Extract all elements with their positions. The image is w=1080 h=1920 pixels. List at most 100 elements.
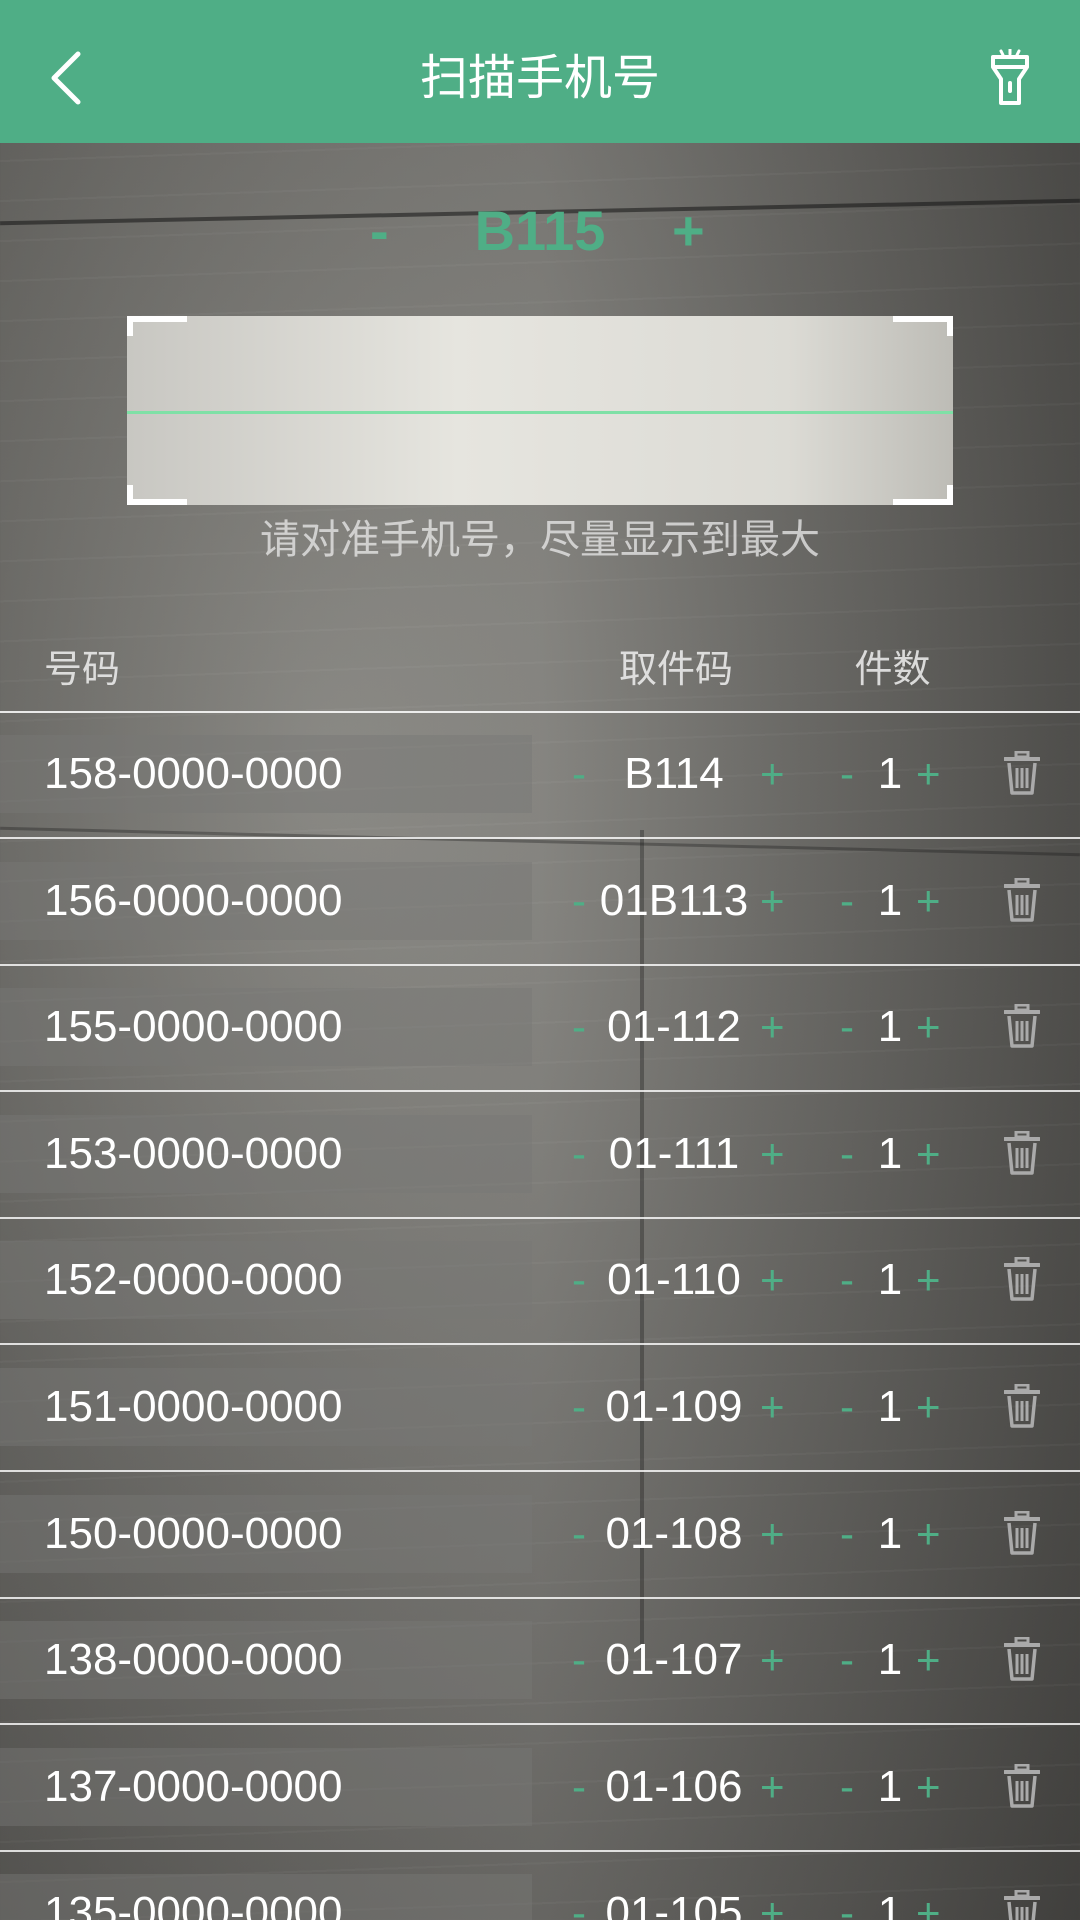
package-count: 1 — [877, 1761, 903, 1811]
table-row: 135-0000-0000-01-105 + -1 + — [0, 1852, 1080, 1920]
page-title: 扫描手机号 — [419, 52, 660, 105]
code-increment-button[interactable]: + — [760, 862, 785, 940]
count-decrement-button[interactable]: - — [840, 1874, 854, 1920]
pickup-code: 01-106 — [605, 1761, 743, 1811]
count-increment-button[interactable]: + — [916, 1495, 941, 1573]
count-decrement-button[interactable]: - — [840, 1115, 854, 1193]
code-increment-button[interactable]: + — [760, 988, 785, 1066]
code-increment-button[interactable]: + — [760, 1241, 785, 1319]
count-decrement-button[interactable]: - — [840, 988, 854, 1066]
scan-hint: 请对准手机号，尽量显示到最大 — [260, 518, 820, 562]
phone-number[interactable]: 152-0000-0000 — [44, 1241, 342, 1319]
trash-icon[interactable] — [1004, 1004, 1040, 1048]
table-row: 138-0000-0000-01-107 + -1 + — [0, 1599, 1080, 1726]
pickup-code: B114 — [624, 749, 724, 798]
count-increment-button[interactable]: + — [916, 1621, 941, 1699]
trash-icon[interactable] — [1004, 1890, 1040, 1920]
count-increment-button[interactable]: + — [916, 862, 941, 940]
trash-icon[interactable] — [1004, 1763, 1040, 1808]
phone-number[interactable]: 156-0000-0000 — [44, 862, 342, 940]
package-count: 1 — [877, 1382, 903, 1431]
table-row: 150-0000-0000-01-108 + -1 + — [0, 1473, 1080, 1599]
code-decrement-button[interactable]: - — [572, 1874, 586, 1920]
count-increment-button[interactable]: + — [916, 1368, 941, 1446]
count-increment-button[interactable]: + — [916, 1748, 941, 1826]
code-decrement-button[interactable]: - — [572, 1748, 586, 1826]
code-increment-button[interactable]: + — [760, 1115, 785, 1193]
count-increment-button[interactable]: + — [916, 1874, 941, 1920]
code-increment-button[interactable]: + — [760, 1748, 785, 1826]
code-decrement-button[interactable]: - — [572, 735, 586, 813]
code-decrement-button[interactable]: - — [572, 1368, 586, 1446]
package-count: 1 — [877, 1888, 903, 1920]
table-row: 155-0000-0000-01-112 + -1 + — [0, 966, 1080, 1093]
count-increment-button[interactable]: + — [916, 735, 941, 813]
phone-number[interactable]: 135-0000-0000 — [44, 1874, 342, 1920]
column-header-code: 取件码 — [618, 649, 733, 691]
count-decrement-button[interactable]: - — [840, 1368, 854, 1446]
count-decrement-button[interactable]: - — [840, 1241, 854, 1319]
code-decrement-button[interactable]: - — [572, 1621, 586, 1699]
table-row: 158-0000-0000- B114 + -1 + — [0, 713, 1080, 839]
package-count: 1 — [877, 749, 903, 798]
count-decrement-button[interactable]: - — [840, 1621, 854, 1699]
pickup-code: 01-107 — [605, 1635, 743, 1685]
code-increment-button[interactable]: + — [760, 1495, 785, 1573]
package-count: 1 — [877, 1128, 903, 1178]
code-decrement-button[interactable]: - — [572, 862, 586, 940]
count-increment-button[interactable]: + — [916, 1241, 941, 1319]
flashlight-button[interactable] — [984, 46, 1036, 110]
phone-number[interactable]: 153-0000-0000 — [44, 1115, 342, 1193]
phone-number[interactable]: 158-0000-0000 — [44, 735, 342, 813]
trash-icon[interactable] — [1004, 1257, 1040, 1302]
scan-corner — [893, 485, 953, 505]
phone-number[interactable]: 151-0000-0000 — [44, 1368, 342, 1446]
code-decrement-button[interactable]: - — [572, 1495, 586, 1573]
count-decrement-button[interactable]: - — [840, 1748, 854, 1826]
package-count: 1 — [877, 1002, 903, 1052]
code-decrement-button[interactable]: - — [572, 1241, 586, 1319]
table-row: 156-0000-0000-01B113 + -1 + — [0, 840, 1080, 966]
code-increment-button[interactable]: + — [760, 735, 785, 813]
package-count: 1 — [877, 1635, 903, 1685]
scan-line — [127, 411, 953, 414]
trash-icon[interactable] — [1004, 751, 1040, 795]
code-decrement-button[interactable]: - — [572, 1115, 586, 1193]
pickup-code: 01-108 — [605, 1508, 743, 1558]
pickup-code: 01-112 — [607, 1002, 741, 1052]
pickup-code: 01-111 — [608, 1128, 740, 1178]
phone-number[interactable]: 138-0000-0000 — [44, 1621, 342, 1699]
table-row: 153-0000-0000-01-111 + -1 + — [0, 1093, 1080, 1219]
code-increment-button[interactable]: + — [760, 1621, 785, 1699]
pickup-code: 01-105 — [605, 1888, 743, 1920]
phone-number[interactable]: 150-0000-0000 — [44, 1495, 342, 1573]
trash-icon[interactable] — [1004, 877, 1040, 922]
table-row: 137-0000-0000-01-106 + -1 + — [0, 1726, 1080, 1852]
phone-number[interactable]: 137-0000-0000 — [44, 1748, 342, 1826]
pickup-code: 01B113 — [599, 875, 749, 925]
package-count: 1 — [877, 1255, 903, 1305]
trash-icon[interactable] — [1004, 1130, 1040, 1175]
count-decrement-button[interactable]: - — [840, 862, 854, 940]
code-increment-button[interactable]: + — [760, 1874, 785, 1920]
package-count: 1 — [877, 875, 903, 925]
trash-icon[interactable] — [1004, 1510, 1040, 1555]
scan-corner — [127, 316, 187, 336]
trash-icon[interactable] — [1004, 1384, 1040, 1428]
table-row: 151-0000-0000-01-109 + -1 + — [0, 1346, 1080, 1472]
pickup-code: 01-109 — [605, 1382, 743, 1431]
code-increment-button[interactable]: + — [760, 1368, 785, 1446]
scan-corner — [893, 316, 953, 336]
count-increment-button[interactable]: + — [916, 1115, 941, 1193]
count-decrement-button[interactable]: - — [840, 735, 854, 813]
count-increment-button[interactable]: + — [916, 988, 941, 1066]
scan-corner — [127, 485, 187, 505]
count-decrement-button[interactable]: - — [840, 1495, 854, 1573]
phone-number[interactable]: 155-0000-0000 — [44, 988, 342, 1066]
code-decrement-button[interactable]: - — [572, 988, 586, 1066]
code-increment-button[interactable]: + — [672, 196, 705, 266]
trash-icon[interactable] — [1004, 1637, 1040, 1681]
table-row: 152-0000-0000-01-110 + -1 + — [0, 1219, 1080, 1346]
table-header: 号码 取件码 件数 — [0, 640, 1080, 710]
scan-frame — [127, 316, 953, 505]
